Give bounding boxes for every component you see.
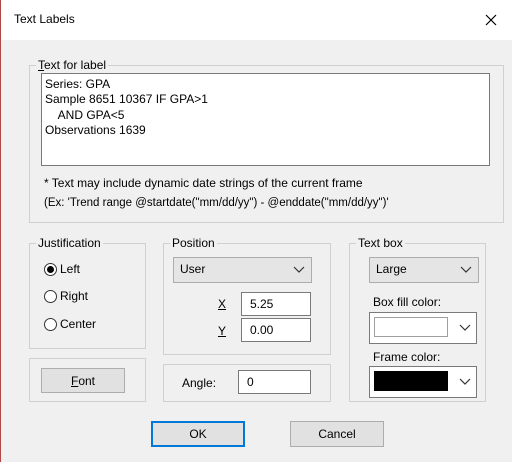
text-box-size-value: Large <box>376 262 407 276</box>
title-bar: Text Labels <box>1 0 512 40</box>
label-text-area[interactable]: Series: GPA Sample 8651 10367 IF GPA>1 A… <box>41 73 490 166</box>
dynamic-date-example: (Ex: 'Trend range @startdate("mm/dd/yy")… <box>44 197 389 209</box>
frame-color-swatch <box>374 371 448 391</box>
chevron-down-icon <box>459 324 471 331</box>
text-for-label-legend: Text for label <box>36 58 109 72</box>
radio-right[interactable]: Right <box>44 289 88 303</box>
text-box-size-select[interactable]: Large <box>369 257 479 283</box>
angle-label: Angle: <box>182 376 217 390</box>
ok-button-label: OK <box>189 427 207 441</box>
radio-left[interactable]: Left <box>44 262 80 276</box>
angle-input[interactable]: 0 <box>238 370 311 394</box>
chevron-down-icon <box>459 378 471 385</box>
chevron-down-icon <box>293 266 305 273</box>
position-select-value: User <box>180 262 206 276</box>
x-label: X <box>218 297 227 311</box>
x-input-value: 5.25 <box>250 297 274 311</box>
y-input[interactable]: 0.00 <box>241 318 311 342</box>
cancel-button-label: Cancel <box>318 427 356 441</box>
radio-center-indicator <box>44 317 57 331</box>
label-text-line: Sample 8651 10367 IF GPA>1 <box>45 92 208 107</box>
text-box-legend: Text box <box>356 236 405 250</box>
y-label: Y <box>218 324 227 338</box>
box-fill-color-label: Box fill color: <box>373 295 442 309</box>
y-input-value: 0.00 <box>250 323 274 337</box>
radio-left-label: Left <box>60 262 81 276</box>
dynamic-date-note: * Text may include dynamic date strings … <box>44 176 363 190</box>
position-select[interactable]: User <box>173 257 312 283</box>
cancel-button[interactable]: Cancel <box>290 421 384 447</box>
close-icon <box>485 14 497 26</box>
radio-right-label: Right <box>60 289 89 303</box>
text-labels-dialog: Text Labels Text for label Series: GPA S… <box>0 0 512 462</box>
box-fill-color-picker[interactable] <box>369 312 477 344</box>
angle-input-value: 0 <box>247 375 254 389</box>
label-text-line: Series: GPA <box>45 77 111 91</box>
radio-left-indicator <box>44 262 57 276</box>
box-fill-color-swatch <box>374 317 448 337</box>
ok-button[interactable]: OK <box>151 421 245 447</box>
font-button-label: Font <box>70 373 96 388</box>
frame-color-picker[interactable] <box>369 366 477 398</box>
position-legend: Position <box>170 236 217 250</box>
label-text-line: AND GPA<5 <box>45 107 125 122</box>
frame-color-label: Frame color: <box>373 350 441 364</box>
window-title: Text Labels <box>14 12 75 26</box>
radio-center-label: Center <box>60 317 97 331</box>
label-text-line: Observations 1639 <box>45 123 146 138</box>
radio-center[interactable]: Center <box>44 317 96 331</box>
radio-right-indicator <box>44 289 57 303</box>
x-input[interactable]: 5.25 <box>241 292 311 316</box>
chevron-down-icon <box>460 266 472 273</box>
font-button[interactable]: Font <box>41 368 125 393</box>
justification-legend: Justification <box>36 236 103 250</box>
close-button[interactable] <box>470 0 512 40</box>
